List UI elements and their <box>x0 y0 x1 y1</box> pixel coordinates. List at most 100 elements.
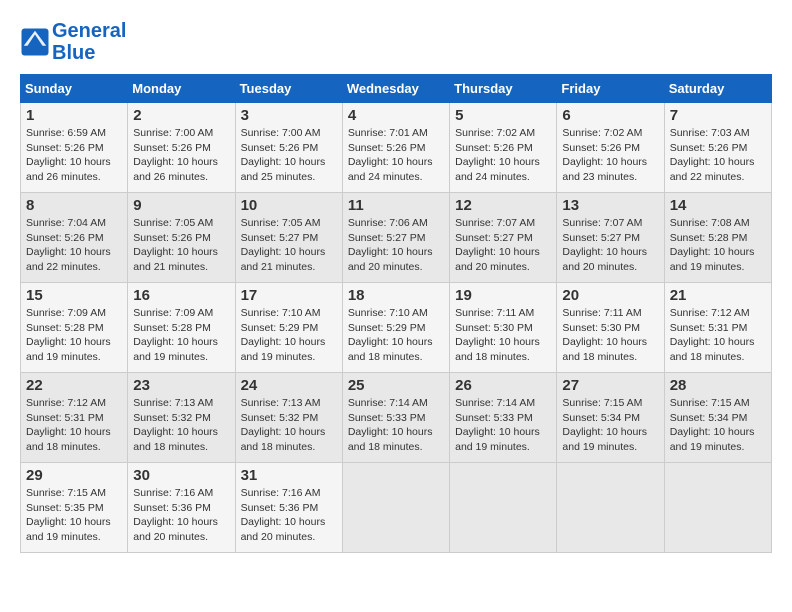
calendar-cell: 13 Sunrise: 7:07 AMSunset: 5:27 PMDayligh… <box>557 193 664 283</box>
day-number: 21 <box>670 287 766 304</box>
calendar-cell <box>450 463 557 553</box>
cell-text: Sunrise: 7:04 AMSunset: 5:26 PMDaylight:… <box>26 217 111 273</box>
calendar-cell: 26Sunrise: 7:14 AMSunset: 5:33 PMDayligh… <box>450 373 557 463</box>
day-number: 15 <box>26 287 122 304</box>
calendar-cell <box>664 463 771 553</box>
cell-text: Sunrise: 7:08 AMSunset: 5:28 PMDaylight:… <box>670 217 755 273</box>
cell-text: Sunrise: 7:01 AMSunset: 5:26 PMDaylight:… <box>348 127 433 183</box>
cell-text: Sunrise: 7:07 AMSunset: 5:27 PMDaylight:… <box>455 217 540 273</box>
calendar-week-row: 15 Sunrise: 7:09 AMSunset: 5:28 PMDayligh… <box>21 283 772 373</box>
calendar-cell: 19 Sunrise: 7:11 AMSunset: 5:30 PMDayligh… <box>450 283 557 373</box>
cell-text: Sunrise: 7:02 AMSunset: 5:26 PMDaylight:… <box>562 127 647 183</box>
calendar-header-row: Sunday Monday Tuesday Wednesday Thursday… <box>21 75 772 103</box>
cell-text: Sunrise: 7:14 AMSunset: 5:33 PMDaylight:… <box>348 397 433 453</box>
cell-text: Sunrise: 7:09 AMSunset: 5:28 PMDaylight:… <box>133 307 218 363</box>
day-number: 16 <box>133 287 229 304</box>
calendar-cell: 9Sunrise: 7:05 AMSunset: 5:26 PMDaylight… <box>128 193 235 283</box>
calendar-cell: 5Sunrise: 7:02 AMSunset: 5:26 PMDaylight… <box>450 103 557 193</box>
day-number: 20 <box>562 287 658 304</box>
calendar-cell: 22 Sunrise: 7:12 AMSunset: 5:31 PMDayligh… <box>21 373 128 463</box>
calendar-cell: 29 Sunrise: 7:15 AMSunset: 5:35 PMDayligh… <box>21 463 128 553</box>
day-number: 13 <box>562 197 658 214</box>
calendar-cell: 6 Sunrise: 7:02 AMSunset: 5:26 PMDaylight… <box>557 103 664 193</box>
day-number: 22 <box>26 377 122 394</box>
calendar-cell: 30Sunrise: 7:16 AMSunset: 5:36 PMDayligh… <box>128 463 235 553</box>
day-number: 8 <box>26 197 122 214</box>
calendar-cell: 3Sunrise: 7:00 AMSunset: 5:26 PMDaylight… <box>235 103 342 193</box>
logo: General Blue <box>20 20 126 64</box>
day-number: 6 <box>562 107 658 124</box>
day-number: 17 <box>241 287 337 304</box>
cell-text: Sunrise: 7:12 AMSunset: 5:31 PMDaylight:… <box>26 397 111 453</box>
calendar-cell: 17 Sunrise: 7:10 AMSunset: 5:29 PMDayligh… <box>235 283 342 373</box>
cell-text: Sunrise: 7:15 AMSunset: 5:35 PMDaylight:… <box>26 487 111 543</box>
calendar-week-row: 8 Sunrise: 7:04 AMSunset: 5:26 PMDaylight… <box>21 193 772 283</box>
calendar-cell: 20 Sunrise: 7:11 AMSunset: 5:30 PMDayligh… <box>557 283 664 373</box>
cell-text: Sunrise: 7:06 AMSunset: 5:27 PMDaylight:… <box>348 217 433 273</box>
day-number: 12 <box>455 197 551 214</box>
calendar-cell: 27Sunrise: 7:15 AMSunset: 5:34 PMDayligh… <box>557 373 664 463</box>
calendar-week-row: 1Sunrise: 6:59 AMSunset: 5:26 PMDaylight… <box>21 103 772 193</box>
cell-text: Sunrise: 7:11 AMSunset: 5:30 PMDaylight:… <box>562 307 647 363</box>
calendar-cell: 31 Sunrise: 7:16 AMSunset: 5:36 PMDayligh… <box>235 463 342 553</box>
day-number: 19 <box>455 287 551 304</box>
day-number: 4 <box>348 107 444 124</box>
day-number: 10 <box>241 197 337 214</box>
header-monday: Monday <box>128 75 235 103</box>
calendar-cell: 4 Sunrise: 7:01 AMSunset: 5:26 PMDaylight… <box>342 103 449 193</box>
calendar-cell: 12 Sunrise: 7:07 AMSunset: 5:27 PMDayligh… <box>450 193 557 283</box>
day-number: 11 <box>348 197 444 214</box>
cell-text: Sunrise: 7:16 AMSunset: 5:36 PMDaylight:… <box>133 487 218 543</box>
day-number: 23 <box>133 377 229 394</box>
header-friday: Friday <box>557 75 664 103</box>
calendar-cell: 25 Sunrise: 7:14 AMSunset: 5:33 PMDayligh… <box>342 373 449 463</box>
day-number: 29 <box>26 467 122 484</box>
day-number: 24 <box>241 377 337 394</box>
cell-text: Sunrise: 7:11 AMSunset: 5:30 PMDaylight:… <box>455 307 540 363</box>
calendar-cell <box>342 463 449 553</box>
header-sunday: Sunday <box>21 75 128 103</box>
day-number: 25 <box>348 377 444 394</box>
calendar-cell: 14Sunrise: 7:08 AMSunset: 5:28 PMDayligh… <box>664 193 771 283</box>
cell-text: Sunrise: 7:16 AMSunset: 5:36 PMDaylight:… <box>241 487 326 543</box>
cell-text: Sunrise: 7:07 AMSunset: 5:27 PMDaylight:… <box>562 217 647 273</box>
page-header: General Blue <box>20 20 772 64</box>
calendar-table: Sunday Monday Tuesday Wednesday Thursday… <box>20 74 772 553</box>
day-number: 3 <box>241 107 337 124</box>
calendar-cell: 21 Sunrise: 7:12 AMSunset: 5:31 PMDayligh… <box>664 283 771 373</box>
cell-text: Sunrise: 7:05 AMSunset: 5:26 PMDaylight:… <box>133 217 218 273</box>
calendar-week-row: 29 Sunrise: 7:15 AMSunset: 5:35 PMDayligh… <box>21 463 772 553</box>
calendar-cell: 8 Sunrise: 7:04 AMSunset: 5:26 PMDaylight… <box>21 193 128 283</box>
calendar-cell: 23 Sunrise: 7:13 AMSunset: 5:32 PMDayligh… <box>128 373 235 463</box>
calendar-cell: 10Sunrise: 7:05 AMSunset: 5:27 PMDayligh… <box>235 193 342 283</box>
calendar-cell: 28Sunrise: 7:15 AMSunset: 5:34 PMDayligh… <box>664 373 771 463</box>
cell-text: Sunrise: 7:02 AMSunset: 5:26 PMDaylight:… <box>455 127 540 183</box>
cell-text: Sunrise: 7:13 AMSunset: 5:32 PMDaylight:… <box>133 397 218 453</box>
cell-text: Sunrise: 7:09 AMSunset: 5:28 PMDaylight:… <box>26 307 111 363</box>
cell-text: Sunrise: 7:03 AMSunset: 5:26 PMDaylight:… <box>670 127 755 183</box>
calendar-cell: 24Sunrise: 7:13 AMSunset: 5:32 PMDayligh… <box>235 373 342 463</box>
cell-text: Sunrise: 7:12 AMSunset: 5:31 PMDaylight:… <box>670 307 755 363</box>
cell-text: Sunrise: 7:00 AMSunset: 5:26 PMDaylight:… <box>133 127 218 183</box>
calendar-cell: 2 Sunrise: 7:00 AMSunset: 5:26 PMDaylight… <box>128 103 235 193</box>
calendar-cell: 1Sunrise: 6:59 AMSunset: 5:26 PMDaylight… <box>21 103 128 193</box>
calendar-cell: 7 Sunrise: 7:03 AMSunset: 5:26 PMDaylight… <box>664 103 771 193</box>
header-wednesday: Wednesday <box>342 75 449 103</box>
header-tuesday: Tuesday <box>235 75 342 103</box>
calendar-cell: 16 Sunrise: 7:09 AMSunset: 5:28 PMDayligh… <box>128 283 235 373</box>
calendar-week-row: 22 Sunrise: 7:12 AMSunset: 5:31 PMDayligh… <box>21 373 772 463</box>
day-number: 26 <box>455 377 551 394</box>
cell-text: Sunrise: 7:10 AMSunset: 5:29 PMDaylight:… <box>241 307 326 363</box>
calendar-cell: 18 Sunrise: 7:10 AMSunset: 5:29 PMDayligh… <box>342 283 449 373</box>
day-number: 1 <box>26 107 122 124</box>
header-thursday: Thursday <box>450 75 557 103</box>
header-saturday: Saturday <box>664 75 771 103</box>
day-number: 31 <box>241 467 337 484</box>
day-number: 7 <box>670 107 766 124</box>
day-number: 2 <box>133 107 229 124</box>
cell-text: Sunrise: 7:10 AMSunset: 5:29 PMDaylight:… <box>348 307 433 363</box>
calendar-cell: 15 Sunrise: 7:09 AMSunset: 5:28 PMDayligh… <box>21 283 128 373</box>
day-number: 18 <box>348 287 444 304</box>
cell-text: Sunrise: 7:15 AMSunset: 5:34 PMDaylight:… <box>562 397 647 453</box>
day-number: 28 <box>670 377 766 394</box>
